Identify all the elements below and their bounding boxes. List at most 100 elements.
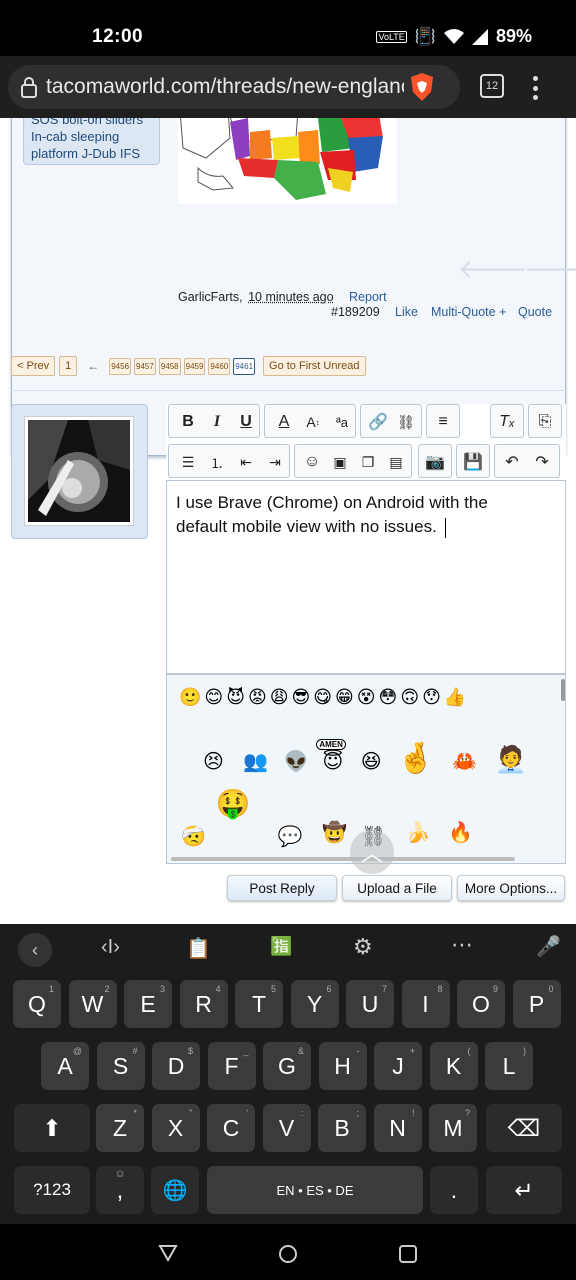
remove-format-icon[interactable]: Tₓ <box>492 407 522 437</box>
font-color-icon[interactable]: A <box>269 407 299 437</box>
upload-file-button[interactable]: Upload a File <box>342 875 452 901</box>
comma-key[interactable]: , ☺ <box>96 1166 144 1214</box>
outdent-icon[interactable]: ⇤ <box>231 447 261 477</box>
code-icon[interactable]: ▤ <box>381 447 411 477</box>
smilie-icon[interactable]: 😯 <box>422 687 444 707</box>
font-family-icon[interactable]: ªa <box>327 407 357 437</box>
quote-link[interactable]: Quote <box>518 305 552 319</box>
shift-key[interactable]: ⬆ <box>14 1104 90 1152</box>
address-bar[interactable]: tacomaworld.com/threads/new-englanc <box>8 65 460 109</box>
key-o[interactable]: O9 <box>457 980 505 1028</box>
brave-shield-icon[interactable] <box>408 72 436 102</box>
key-a[interactable]: A @ <box>41 1042 89 1090</box>
first-unread-button[interactable]: Go to First Unread <box>263 356 366 376</box>
key-p[interactable]: P0 <box>512 980 561 1028</box>
scroll-up-button[interactable]: ︿ <box>350 830 394 874</box>
bullet-list-icon[interactable]: ☰ <box>173 447 203 477</box>
key-f[interactable]: F _ <box>207 1042 256 1090</box>
smilie-banana-icon[interactable]: 🍌 <box>406 822 431 844</box>
key-l[interactable]: L) <box>485 1042 533 1090</box>
tab-switcher-button[interactable]: 12 <box>480 74 504 98</box>
smilie-amen-icon[interactable]: AMEN 😇 <box>316 739 346 773</box>
smilie-icon[interactable]: 🤠 <box>322 822 347 844</box>
media-icon[interactable]: ❐ <box>353 447 383 477</box>
number-list-icon[interactable]: ⒈ <box>202 447 232 477</box>
smilie-bag-icon[interactable]: 🧑‍💼 <box>495 744 527 774</box>
smilie-icon[interactable]: 💬 <box>278 826 303 848</box>
align-icon[interactable]: ≡ <box>428 407 458 437</box>
backspace-key[interactable]: ⌫ <box>486 1104 562 1152</box>
space-key[interactable]: EN • ES • DE <box>207 1166 423 1214</box>
indent-icon[interactable]: ⇥ <box>260 447 290 477</box>
smilie-grin-icon[interactable]: 😁 <box>335 687 357 707</box>
post-author[interactable]: GarlicFarts, <box>178 290 243 304</box>
smilie-fingers-icon[interactable]: 🤞 <box>397 742 434 775</box>
overflow-menu-icon[interactable] <box>528 74 542 102</box>
prev-page-button[interactable]: < Prev <box>11 356 56 376</box>
current-page[interactable]: 9461 <box>233 357 256 375</box>
period-key[interactable]: . <box>430 1166 478 1214</box>
page-button[interactable]: 9460 <box>208 357 231 375</box>
recents-nav-icon[interactable] <box>398 1244 418 1264</box>
clipboard-icon[interactable]: 📋 <box>186 936 211 961</box>
smilie-icon[interactable]: 😆 <box>361 751 382 773</box>
key-u[interactable]: U7 <box>346 980 394 1028</box>
enter-key[interactable]: ↵ <box>486 1166 562 1214</box>
smilie-cool-icon[interactable]: 😎 <box>291 687 313 707</box>
smilie-icon[interactable]: 😊 <box>204 687 226 707</box>
save-draft-icon[interactable]: 💾 <box>458 447 488 477</box>
microphone-icon[interactable]: 🎤 <box>536 934 561 959</box>
post-number[interactable]: #189209 <box>331 305 380 319</box>
smilie-icon[interactable]: 😳 <box>379 687 401 707</box>
key-k[interactable]: K( <box>429 1042 478 1090</box>
key-q[interactable]: Q1 <box>13 980 61 1028</box>
next-arrow-icon[interactable]: 🡒 <box>524 254 576 285</box>
key-s[interactable]: S # <box>96 1042 145 1090</box>
key-w[interactable]: W2 <box>68 980 117 1028</box>
smilie-thumbs-icon[interactable]: 👍 <box>444 687 469 707</box>
like-link[interactable]: Like <box>395 305 418 319</box>
smilie-credit-card-icon[interactable]: 🤑 <box>215 788 250 819</box>
key-d[interactable]: D $ <box>152 1042 200 1090</box>
previous-arrow-icon[interactable]: 🡐 <box>458 254 528 285</box>
smilie-hscroll[interactable] <box>171 857 515 861</box>
multiquote-link[interactable]: Multi-Quote + <box>431 305 506 319</box>
smilie-fire-icon[interactable]: 🔥 <box>448 822 473 844</box>
smilie-icon[interactable]: 😵 <box>357 687 379 707</box>
report-link[interactable]: Report <box>349 290 387 304</box>
key-n[interactable]: N! <box>373 1104 422 1152</box>
page-1-button[interactable]: 1 <box>59 356 78 376</box>
key-r[interactable]: R4 <box>179 980 228 1028</box>
page-button[interactable]: 9457 <box>134 357 156 375</box>
smilie-icon[interactable]: 😣 <box>203 751 224 773</box>
more-options-button[interactable]: More Options... <box>457 875 565 901</box>
smilie-scrollbar[interactable] <box>561 679 565 701</box>
smilie-icon[interactable]: ☺ <box>297 447 327 477</box>
smilie-icon[interactable]: 👥 <box>243 751 268 773</box>
page-button[interactable]: 9456 <box>109 357 132 375</box>
smilie-icon[interactable]: 🤕 <box>181 826 206 848</box>
settings-gear-icon[interactable]: ⚙ <box>353 934 373 960</box>
page-button[interactable]: 9458 <box>158 357 181 375</box>
redo-icon[interactable]: ↷ <box>527 447 557 477</box>
key-x[interactable]: X " <box>151 1104 200 1152</box>
link-icon[interactable]: 🔗 <box>363 407 393 437</box>
key-b[interactable]: B; <box>318 1104 366 1152</box>
post-reply-button[interactable]: Post Reply <box>227 875 337 901</box>
translate-icon[interactable]: 🈯 <box>270 936 292 957</box>
smilie-icon[interactable]: 😩 <box>270 687 292 707</box>
cursor-control-icon[interactable]: ‹I› <box>101 936 120 959</box>
key-h[interactable]: H- <box>318 1042 367 1090</box>
font-size-icon[interactable]: A ↕ <box>298 407 328 437</box>
page-button[interactable]: 9459 <box>183 357 206 375</box>
smilie-icon[interactable]: 🦀 <box>452 751 477 773</box>
smilie-icon[interactable]: 😋 <box>313 687 335 707</box>
message-editor[interactable]: I use Brave (Chrome) on Android with the… <box>166 480 566 674</box>
collapse-icon[interactable]: ‹ <box>18 933 52 967</box>
more-icon[interactable]: ⋯ <box>451 932 473 958</box>
undo-icon[interactable]: ↶ <box>497 447 527 477</box>
bold-button[interactable]: B <box>173 407 203 437</box>
smilie-smile-icon[interactable]: 🙂 <box>179 687 204 707</box>
symbols-key[interactable]: ?123 <box>14 1166 90 1214</box>
key-v[interactable]: V: <box>262 1104 311 1152</box>
